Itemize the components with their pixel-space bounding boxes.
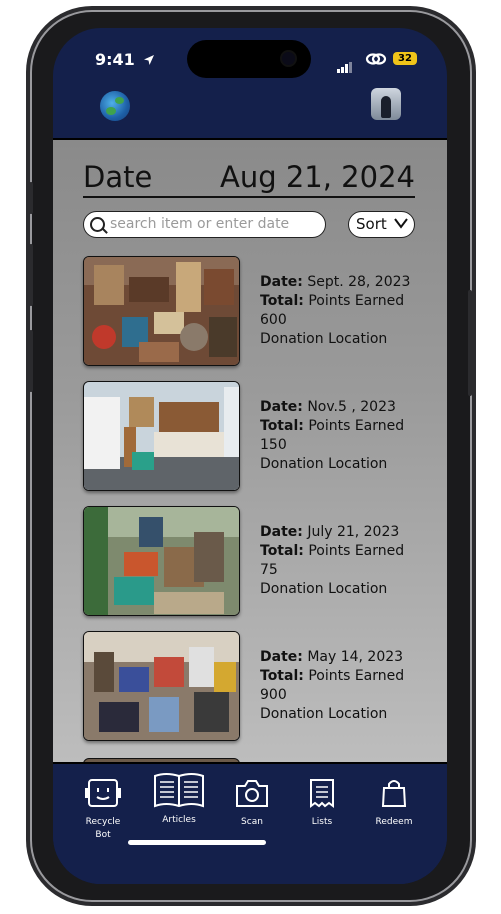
donation-location-link[interactable]: Donation Location	[260, 455, 420, 474]
item-details: Date: Sept. 28, 2023 Total: Points Earne…	[260, 273, 420, 349]
nav-scan[interactable]: Scan	[222, 778, 282, 829]
link-icon	[365, 53, 387, 65]
sort-button[interactable]: Sort	[348, 211, 415, 238]
signal-icon	[337, 54, 353, 73]
search-icon	[90, 217, 105, 232]
donation-photo	[83, 631, 240, 741]
nav-lists[interactable]: Lists	[292, 778, 352, 829]
status-time: 9:41	[95, 50, 155, 69]
sort-label: Sort	[356, 215, 387, 233]
status-bar: 9:41 32	[53, 28, 447, 88]
history-item[interactable]: Date: Sept. 28, 2023 Total: Points Earne…	[83, 256, 413, 366]
nav-label: Scan	[241, 817, 263, 827]
nav-redeem[interactable]: Redeem	[364, 778, 424, 829]
app-logo[interactable]	[100, 91, 130, 121]
robot-icon	[85, 779, 121, 807]
volume-up-button	[29, 244, 33, 306]
donation-photo	[83, 381, 240, 491]
divider	[83, 196, 415, 198]
shopping-bag-icon	[381, 780, 407, 807]
silent-switch	[29, 182, 33, 214]
donation-location-link[interactable]: Donation Location	[260, 330, 420, 349]
history-item[interactable]: Date: July 21, 2023 Total: Points Earned…	[83, 506, 413, 616]
bottom-nav: Recycle Bot Articles Scan Lists Redeem	[53, 762, 447, 884]
volume-down-button	[29, 330, 33, 392]
donation-location-link[interactable]: Donation Location	[260, 580, 420, 599]
book-icon	[154, 773, 204, 808]
profile-avatar[interactable]	[371, 88, 401, 120]
history-item[interactable]: Date: May 14, 2023 Total: Points Earned …	[83, 631, 413, 741]
nav-label: Recycle Bot	[85, 817, 121, 840]
nav-label: Articles	[162, 815, 196, 825]
power-button	[468, 290, 472, 396]
camera-icon	[236, 780, 268, 807]
home-indicator[interactable]	[128, 840, 266, 845]
nav-articles[interactable]: Articles	[149, 773, 209, 827]
chevron-down-icon	[394, 212, 408, 237]
nav-label: Redeem	[375, 817, 413, 827]
current-date: Aug 21, 2024	[220, 160, 415, 194]
nav-recycle-bot[interactable]: Recycle Bot	[73, 778, 133, 842]
search-input[interactable]	[110, 214, 315, 234]
date-heading: Date	[83, 160, 153, 194]
donation-photo	[83, 256, 240, 366]
battery-indicator: 32	[393, 52, 417, 65]
item-details: Date: July 21, 2023 Total: Points Earned…	[260, 523, 420, 599]
app-header	[53, 88, 447, 138]
location-arrow-icon	[144, 55, 155, 65]
phone-screen: 9:41 32 Date Aug 21, 2024 search item or…	[53, 28, 447, 884]
receipt-icon	[310, 779, 334, 808]
item-details: Date: May 14, 2023 Total: Points Earned …	[260, 648, 420, 724]
history-item[interactable]: Date: Nov.5 , 2023 Total: Points Earned …	[83, 381, 413, 491]
nav-label: Lists	[311, 817, 333, 827]
donation-photo	[83, 506, 240, 616]
dynamic-island	[187, 40, 311, 78]
history-content: Date Aug 21, 2024 Sort	[53, 138, 447, 762]
donation-location-link[interactable]: Donation Location	[260, 705, 420, 724]
search-bar[interactable]	[83, 211, 326, 238]
item-details: Date: Nov.5 , 2023 Total: Points Earned …	[260, 398, 420, 474]
